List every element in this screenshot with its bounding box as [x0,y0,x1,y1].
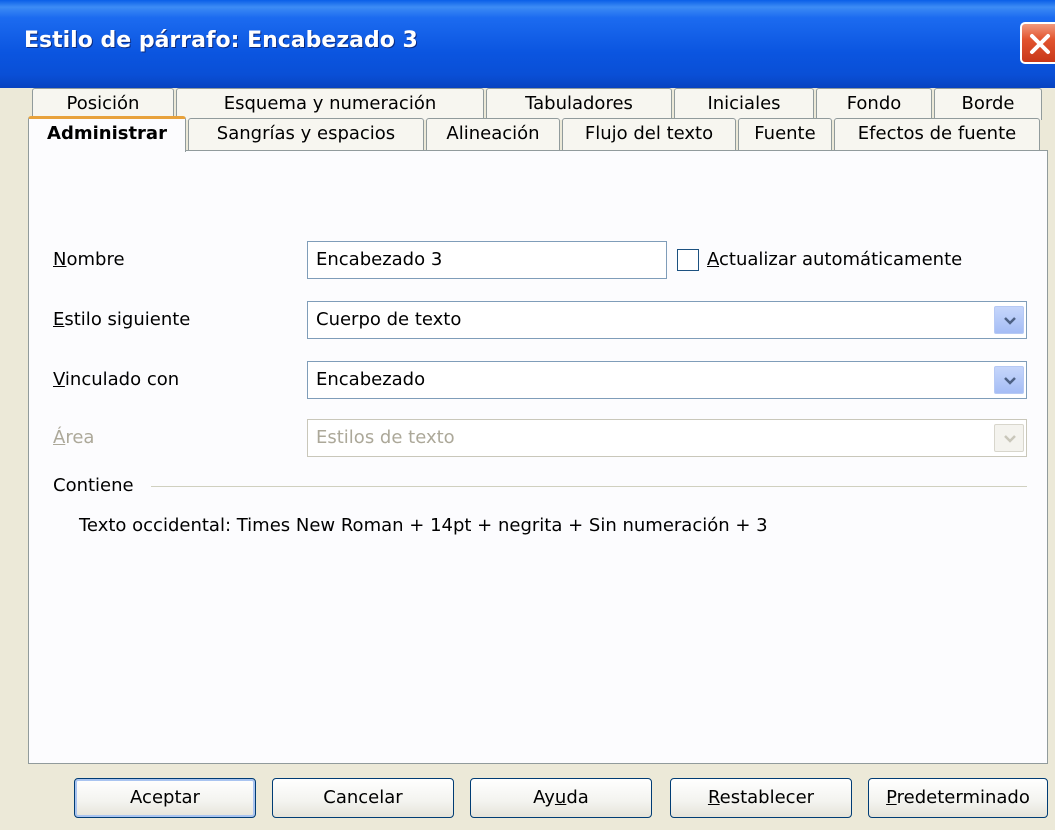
next-style-label-mnemonic: E [53,309,65,330]
standard-label-rest: redeterminado [896,787,1030,808]
ok-button[interactable]: Aceptar [74,778,256,818]
name-input[interactable]: Encabezado 3 [307,241,667,279]
tab-label: Esquema y numeración [223,93,437,114]
autoupdate-label[interactable]: Actualizar automáticamente [707,249,962,270]
tab-label: Posición [66,93,140,114]
reset-label-rest: establecer [719,787,815,808]
tab-label: Iniciales [707,93,781,114]
tab-label: Borde [961,93,1015,114]
tab-efectos-fuente[interactable]: Efectos de fuente [834,118,1040,150]
tab-alineacion[interactable]: Alineación [426,118,560,150]
contains-heading: Contiene [53,475,134,496]
next-style-select[interactable]: Cuerpo de texto [307,301,1027,339]
next-style-dropdown-button[interactable] [994,306,1024,334]
linked-with-label-rest: inculado con [64,369,180,390]
next-style-label-rest: stilo siguiente [64,309,191,330]
cancel-button-label: Cancelar [323,787,403,808]
tab-borde[interactable]: Borde [934,88,1042,120]
area-dropdown-button [994,424,1024,452]
tab-administrar[interactable]: Administrar [28,116,186,152]
tab-label: Fuente [754,123,816,144]
contains-divider [151,486,1027,487]
tab-label: Efectos de fuente [857,123,1017,144]
tab-flujo-texto[interactable]: Flujo del texto [562,118,736,150]
chevron-down-icon [1004,435,1016,443]
next-style-label: Estilo siguiente [53,309,190,330]
linked-with-value: Encabezado [316,369,426,390]
linked-with-select[interactable]: Encabezado [307,361,1027,399]
tab-label: Flujo del texto [584,123,714,144]
tab-fondo[interactable]: Fondo [816,88,932,120]
tab-label: Sangrías y espacios [216,123,396,144]
dialog-body: Posición Esquema y numeración Tabuladore… [0,88,1055,830]
close-icon [1030,34,1050,54]
name-label-mnemonic: N [53,249,67,270]
linked-with-label: Vinculado con [53,369,179,390]
area-value: Estilos de texto [316,427,455,448]
tab-tabuladores[interactable]: Tabuladores [486,88,672,120]
standard-button[interactable]: Predeterminado [868,778,1048,818]
next-style-value: Cuerpo de texto [316,309,462,330]
area-label-rest: rea [65,427,95,448]
administrar-panel: Nombre Encabezado 3 Actualizar automátic… [28,150,1048,764]
contains-text: Texto occidental: Times New Roman + 14pt… [79,515,768,536]
name-label-rest: ombre [66,249,125,270]
tab-label: Fondo [846,93,902,114]
help-label-pre: Ay [533,787,555,808]
help-label-post: da [566,787,589,808]
chevron-down-icon [1004,317,1016,325]
area-select: Estilos de texto [307,419,1027,457]
ok-button-label: Aceptar [130,787,200,808]
cancel-button[interactable]: Cancelar [272,778,454,818]
tab-label: Alineación [446,123,540,144]
name-label: Nombre [53,249,125,270]
tab-label: Tabuladores [525,93,633,114]
title-bar[interactable]: Estilo de párrafo: Encabezado 3 [0,0,1055,88]
window-title: Estilo de párrafo: Encabezado 3 [24,28,418,53]
linked-with-label-mnemonic: V [53,369,65,390]
name-input-value: Encabezado 3 [316,249,443,270]
close-button[interactable] [1020,22,1055,64]
autoupdate-label-rest: ctualizar automáticamente [719,249,963,270]
tab-label: Administrar [47,123,167,144]
help-button[interactable]: Ayuda [470,778,652,818]
reset-label-mnemonic: R [707,787,720,808]
linked-with-dropdown-button[interactable] [994,366,1024,394]
chevron-down-icon [1004,377,1016,385]
autoupdate-checkbox[interactable] [677,249,699,271]
area-label: Área [53,427,94,448]
help-label-mnemonic: u [554,787,567,808]
autoupdate-label-mnemonic: A [707,249,719,270]
tab-iniciales[interactable]: Iniciales [674,88,814,120]
tab-sangrias-espacios[interactable]: Sangrías y espacios [188,118,424,150]
tab-esquema-numeracion[interactable]: Esquema y numeración [176,88,484,120]
standard-label-mnemonic: P [886,787,897,808]
tab-fuente[interactable]: Fuente [738,118,832,150]
reset-button[interactable]: Restablecer [670,778,852,818]
area-label-mnemonic: Á [53,427,66,448]
